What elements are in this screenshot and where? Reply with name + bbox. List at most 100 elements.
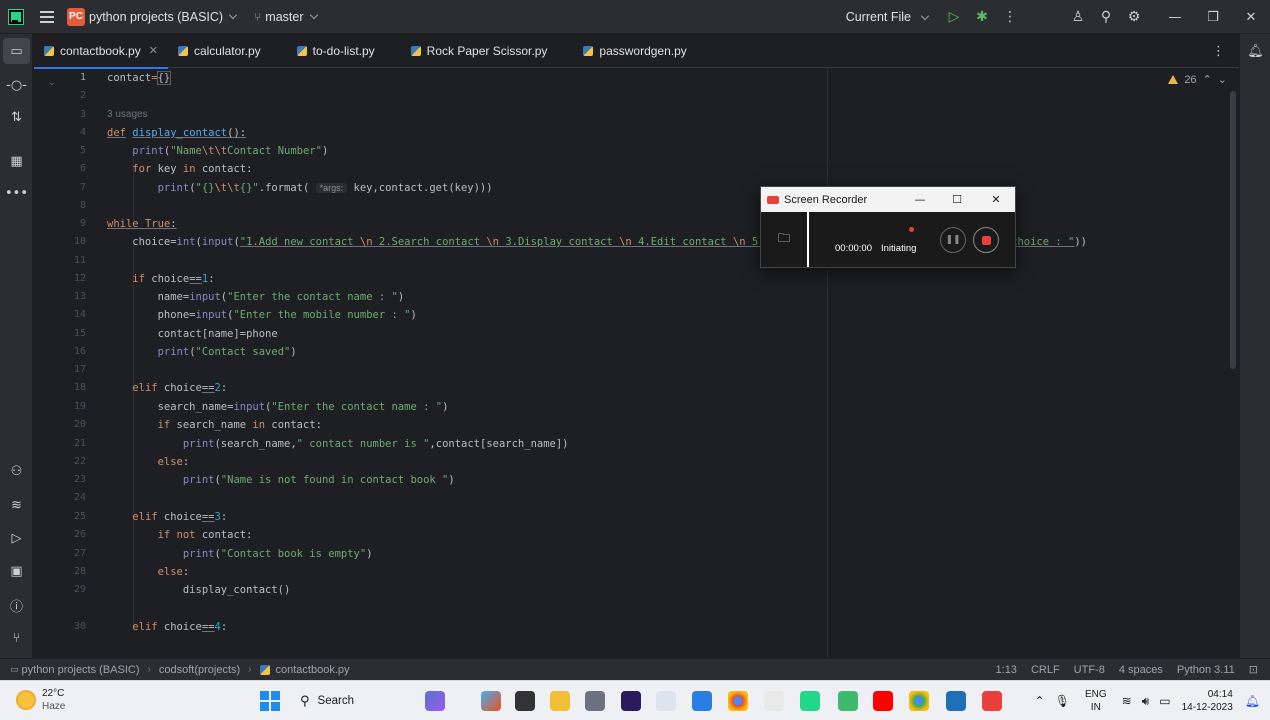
more-tools-icon[interactable]: •••	[0, 180, 33, 206]
add-user-icon[interactable]: ♙	[1064, 3, 1092, 31]
tab-passwordgen[interactable]: passwordgen.py	[573, 34, 696, 68]
microphone-icon[interactable]: 🎙︎	[1055, 694, 1070, 708]
weather-widget[interactable]: 22°C Haze	[16, 687, 65, 713]
notification-bell-icon[interactable]: 🔔︎	[1245, 694, 1260, 708]
project-selector[interactable]: python projects (BASIC)	[89, 10, 223, 24]
search-icon[interactable]: ⚲	[1092, 3, 1120, 31]
show-hidden-icons-chevron[interactable]: ⌃	[1035, 694, 1045, 708]
inspection-widget[interactable]: 26 ⌃ ⌄	[1168, 73, 1227, 86]
debug-icon[interactable]: ✱	[968, 3, 996, 31]
windows-start-icon[interactable]	[260, 691, 280, 711]
breadcrumb-item[interactable]: python projects (BASIC)	[22, 664, 140, 676]
python-file-icon	[259, 664, 270, 675]
recorder-maximize-button[interactable]: ☐	[938, 187, 976, 212]
vscode-icon[interactable]	[692, 691, 712, 711]
branch-selector[interactable]: master	[265, 10, 303, 24]
stop-button[interactable]	[973, 227, 999, 253]
taskbar-search[interactable]: ⚲ Search	[292, 689, 410, 713]
taskbar-app-icon[interactable]	[481, 691, 501, 711]
input-language[interactable]: ENG IN	[1085, 688, 1107, 714]
line-number: 26	[73, 529, 86, 540]
file-encoding[interactable]: UTF-8	[1074, 664, 1105, 676]
usages-hint[interactable]: 3 usages	[107, 109, 148, 120]
clock-date: 14-12-2023	[1181, 702, 1233, 713]
recorder-minimize-button[interactable]: —	[901, 187, 939, 212]
taskbar-app-icon[interactable]	[764, 691, 784, 711]
line-number: 3	[79, 109, 86, 120]
recorder-close-button[interactable]: ✕	[977, 187, 1015, 212]
wifi-icon[interactable]: ≋	[1122, 694, 1132, 708]
pull-requests-icon[interactable]: ⇅	[0, 104, 33, 130]
taskbar-app-icon[interactable]	[838, 691, 858, 711]
taskbar-app-icon[interactable]	[946, 691, 966, 711]
taskbar-app-icon[interactable]	[656, 691, 676, 711]
close-tab-icon[interactable]: ✕	[149, 44, 158, 57]
tab-calculator[interactable]: calculator.py	[168, 34, 271, 68]
code-line: elif choice==2:	[132, 382, 228, 394]
screen-recorder-icon[interactable]	[982, 691, 1002, 711]
code-line: if search_name in contact:	[157, 419, 322, 431]
project-folder-icon[interactable]: ▭	[3, 38, 30, 64]
breadcrumb-item[interactable]: contactbook.py	[276, 664, 350, 676]
tab-contactbook[interactable]: contactbook.py ✕	[34, 34, 168, 69]
premiere-pro-icon[interactable]	[621, 691, 641, 711]
weather-haze-icon	[16, 690, 36, 710]
code-area[interactable]: contact={} 3 usages def display_contact(…	[107, 69, 1239, 658]
restore-button[interactable]: ❐	[1194, 0, 1232, 34]
open-folder-icon[interactable]: 🗀︎	[761, 212, 809, 267]
minimize-button[interactable]: —	[1156, 0, 1194, 34]
chevron-down-icon[interactable]: ⌄	[1218, 73, 1227, 86]
tabs-more-icon[interactable]: ⋮	[1212, 43, 1225, 59]
line-number-gutter: 1 2 3 4 5 6 7 8 9 10 11 12 13 14 15 16 17 18 19 20 21 22 23 24 2…	[34, 69, 86, 658]
chevron-right-icon: ›	[248, 664, 252, 675]
close-button[interactable]: ✕	[1232, 0, 1270, 34]
volume-icon[interactable]: 🔊︎	[1142, 694, 1150, 709]
tab-rock-paper-scissor[interactable]: Rock Paper Scissor.py	[401, 34, 558, 68]
tab-to-do-list[interactable]: to-do-list.py	[287, 34, 385, 68]
notifications-bell-icon[interactable]: 🔔︎	[1240, 38, 1270, 64]
python-interpreter[interactable]: Python 3.11	[1177, 664, 1235, 676]
line-number: 25	[73, 511, 86, 522]
screen-recorder-window: Screen Recorder — ☐ ✕ 🗀︎ 00:00:00 Initia…	[760, 186, 1016, 268]
settings-gear-icon[interactable]: ⚙	[1120, 3, 1148, 31]
main-menu-icon[interactable]	[40, 10, 54, 23]
line-number: 2	[79, 90, 86, 101]
git-icon[interactable]: ⑂	[0, 625, 33, 651]
file-explorer-icon[interactable]	[550, 691, 570, 711]
run-configuration-selector[interactable]: Current File	[846, 10, 911, 24]
chrome-icon[interactable]	[728, 691, 748, 711]
indent-settings[interactable]: 4 spaces	[1119, 664, 1163, 676]
pause-button[interactable]: ❚❚	[940, 227, 966, 253]
settings-icon[interactable]	[585, 691, 605, 711]
git-branch-icon: ⑂	[254, 9, 262, 24]
line-number: 19	[73, 401, 86, 412]
recording-time: 00:00:00	[835, 243, 872, 254]
taskbar-app-icon[interactable]	[515, 691, 535, 711]
battery-icon[interactable]: ▭	[1159, 694, 1170, 708]
more-actions-icon[interactable]: ⋮	[996, 3, 1024, 31]
python-packages-icon[interactable]: ⚇	[0, 458, 33, 484]
layers-icon[interactable]: ≋	[0, 492, 33, 518]
code-line: display_contact()	[107, 584, 291, 596]
lock-icon[interactable]: ⊡	[1249, 663, 1258, 676]
problems-icon[interactable]: ⓘ	[0, 592, 33, 618]
line-number: 10	[73, 236, 86, 247]
pycharm-icon[interactable]	[800, 691, 820, 711]
run-icon[interactable]: ▷	[940, 3, 968, 31]
code-line: if choice==1:	[132, 273, 215, 285]
chrome-profile-icon[interactable]	[909, 691, 929, 711]
line-separator[interactable]: CRLF	[1031, 664, 1060, 676]
taskbar-app-icon[interactable]	[425, 691, 445, 711]
commit-icon[interactable]: -○-	[0, 72, 33, 98]
code-editor[interactable]: ⌄ 1 2 3 4 5 6 7 8 9 10 11 12 13 14 15 16 17 18 19 20 21 22 23 2…	[34, 69, 1239, 658]
caret-position[interactable]: 1:13	[996, 664, 1017, 676]
project-badge: PC	[67, 7, 85, 26]
breadcrumb-item[interactable]: codsoft(projects)	[159, 664, 240, 676]
services-icon[interactable]: ▷	[0, 525, 33, 551]
clock[interactable]: 04:14 14-12-2023	[1182, 688, 1233, 714]
structure-icon[interactable]: ▦	[0, 148, 33, 174]
youtube-icon[interactable]	[873, 691, 893, 711]
vertical-scrollbar[interactable]	[1230, 91, 1236, 369]
chevron-up-icon[interactable]: ⌃	[1203, 73, 1212, 86]
terminal-icon[interactable]: ▣	[0, 558, 33, 584]
